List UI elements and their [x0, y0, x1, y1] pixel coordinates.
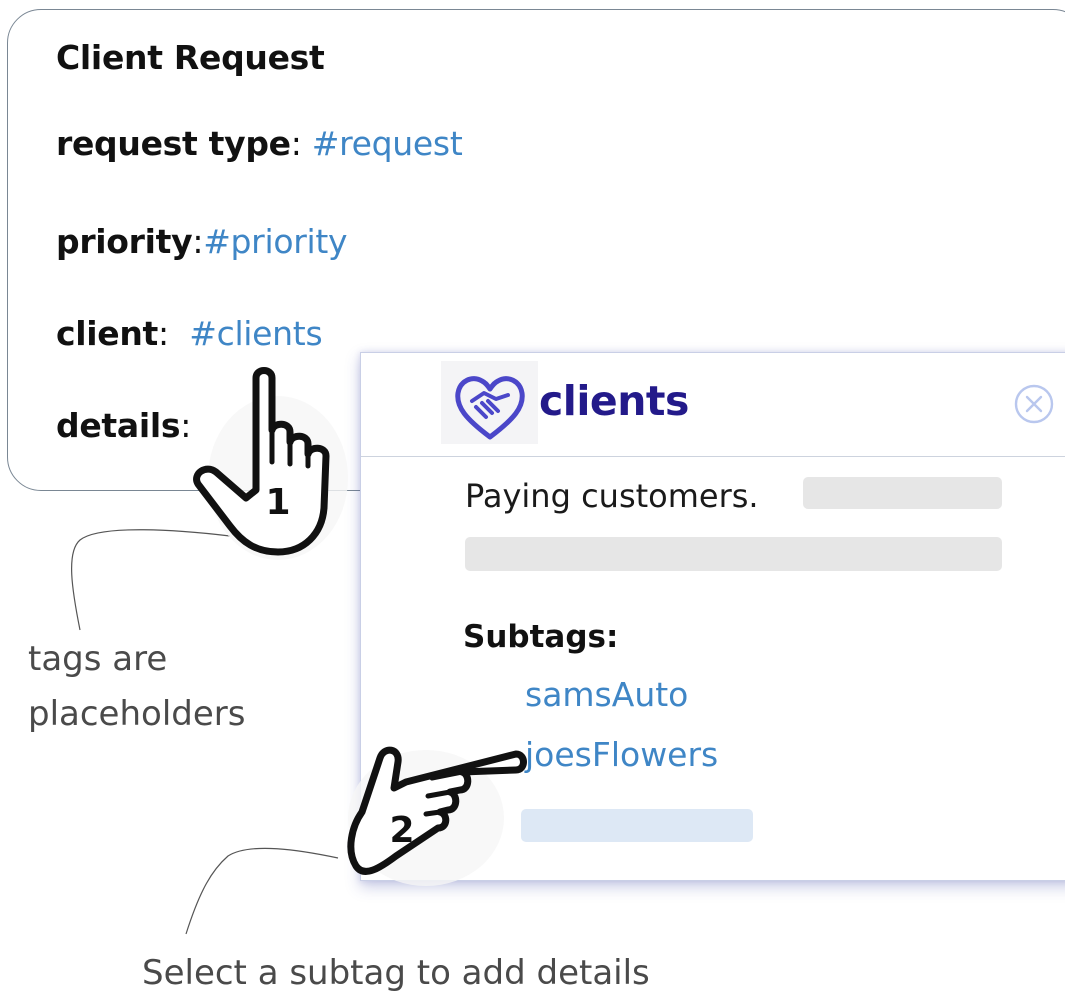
popup-title: clients	[539, 377, 689, 425]
pointing-hand-icon: 1	[193, 367, 348, 560]
subtag-samsauto[interactable]: samsAuto	[525, 675, 688, 714]
step-number: 1	[265, 482, 290, 523]
subtag-joesflowers[interactable]: joesFlowers	[525, 735, 718, 774]
placeholder-bar	[803, 477, 1002, 509]
step-number: 2	[389, 810, 414, 851]
tag-description: Paying customers.	[465, 477, 759, 515]
placeholder-bar	[465, 537, 1002, 571]
annotation-placeholders: tags are placeholders	[28, 639, 246, 734]
close-circle-icon[interactable]	[1011, 381, 1057, 427]
popup-header: clients	[361, 353, 1065, 457]
subtags-label: Subtags:	[463, 619, 619, 655]
handshake-heart-icon	[455, 376, 525, 440]
subtag-placeholder-bar	[521, 809, 753, 842]
pointing-hand-icon: 2	[347, 746, 527, 886]
annotation-select-subtag: Select a subtag to add details	[142, 953, 650, 993]
